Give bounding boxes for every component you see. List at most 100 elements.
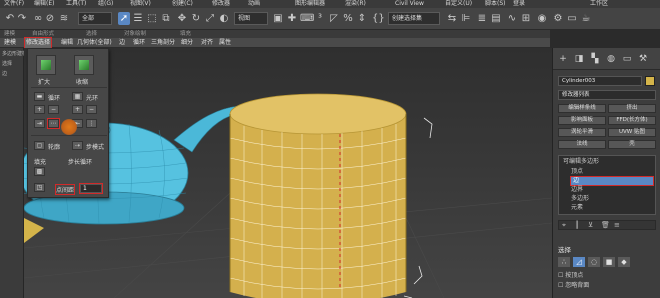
border-mode-icon[interactable]: ◌	[588, 257, 600, 267]
scale-icon[interactable]: ⤢	[204, 12, 216, 25]
modifier-button-extrude[interactable]: 挤出	[608, 104, 656, 113]
step-mode-label[interactable]: 步模式	[86, 142, 104, 151]
curve-editor-icon[interactable]: ∿	[506, 12, 518, 25]
placement-icon[interactable]: ◐	[218, 12, 230, 25]
object-color-swatch[interactable]	[645, 76, 655, 86]
rotate-icon[interactable]: ↻	[190, 12, 202, 25]
edge-mode-icon[interactable]: ◿	[573, 257, 585, 267]
ribbon-tab-modeling[interactable]: 建模	[4, 30, 15, 38]
grow-icon[interactable]	[36, 55, 56, 75]
make-unique-icon[interactable]: ⊻	[588, 221, 593, 229]
menu-graph-editors[interactable]: 图形编辑器	[295, 0, 325, 8]
step-loop-label[interactable]: 步长循环	[68, 157, 92, 166]
option-by-vertex[interactable]: ☐ 按顶点	[558, 270, 656, 279]
step-mode-icon[interactable]: ⇢	[72, 141, 83, 150]
redo-icon[interactable]: ↷	[16, 12, 28, 25]
render-production-icon[interactable]: ☕	[580, 12, 592, 25]
modifier-button-uvw-map[interactable]: UVW 贴图	[608, 128, 656, 137]
ribbon-edit[interactable]: 编辑	[60, 38, 74, 48]
menu-modifiers[interactable]: 修改器	[212, 0, 230, 8]
spinner-snap-icon[interactable]: ⇕	[356, 12, 368, 25]
stack-item-element[interactable]: 元素	[571, 204, 583, 212]
modifier-list-dropdown[interactable]: 修改器列表	[558, 90, 656, 100]
utilities-tab-icon[interactable]: ⚒	[637, 54, 649, 65]
modifier-button-affect-region[interactable]: 影响面板	[558, 116, 606, 125]
menu-create[interactable]: 创建(C)	[172, 0, 193, 8]
cylinder-object[interactable]	[229, 93, 407, 298]
edit-named-selection-icon[interactable]: {}	[372, 12, 385, 25]
ribbon-tab-selection[interactable]: 选择	[86, 30, 97, 38]
select-manipulate-icon[interactable]: ✚	[286, 12, 298, 25]
stack-root-editable-poly[interactable]: 可编辑多边形	[563, 158, 599, 166]
fill-hole-icon[interactable]: ◳	[34, 183, 45, 192]
display-tab-icon[interactable]: ▭	[621, 54, 633, 65]
loop-label[interactable]: 循环	[48, 93, 60, 102]
menu-rendering[interactable]: 渲染(R)	[345, 0, 366, 8]
undo-icon[interactable]: ↶	[4, 12, 16, 25]
ribbon-tab-freeform[interactable]: 自由形式	[32, 30, 54, 38]
align-icon[interactable]: ⊫	[460, 12, 472, 25]
modifier-button-ffd-box[interactable]: FFD(长方体)	[608, 116, 656, 125]
element-mode-icon[interactable]: ◆	[618, 257, 630, 267]
bind-spacewarp-icon[interactable]: ≋	[58, 12, 70, 25]
mirror-icon[interactable]: ⇆	[446, 12, 458, 25]
fill-icon[interactable]: ▩	[34, 167, 45, 176]
menu-views[interactable]: 视图(V)	[130, 0, 151, 8]
plane-object[interactable]	[24, 218, 44, 243]
pivot-icon[interactable]: ▣	[272, 12, 284, 25]
ribbon-tab-object-paint[interactable]: 对象绘制	[124, 30, 146, 38]
option-ignore-backfacing[interactable]: ☐ 忽略背面	[558, 280, 656, 289]
hierarchy-tab-icon[interactable]: ▚	[589, 54, 601, 65]
ring-label[interactable]: 光环	[86, 93, 98, 102]
outline-label[interactable]: 轮廓	[48, 142, 60, 151]
object-name-field[interactable]: Cylinder003	[558, 76, 642, 86]
menu-edit[interactable]: 编辑(E)	[34, 0, 54, 8]
ribbon-polygon-modeling[interactable]: 建模	[3, 38, 17, 48]
stack-item-border[interactable]: 边界	[571, 186, 583, 194]
strip-label-edges[interactable]: 边	[2, 70, 7, 77]
loop-shrink-icon[interactable]: −	[48, 105, 59, 114]
percent-snap-icon[interactable]: %	[342, 12, 354, 25]
named-selection-set-select[interactable]: 创建选择集	[388, 12, 440, 25]
snaps-toggle-icon[interactable]: ³	[314, 12, 326, 25]
stack-item-edge[interactable]: 边	[570, 176, 654, 186]
shrink-icon[interactable]	[74, 55, 94, 75]
create-tab-icon[interactable]: +	[557, 54, 569, 65]
motion-tab-icon[interactable]: ◍	[605, 54, 617, 65]
ribbon-align[interactable]: 对齐	[200, 38, 214, 48]
reference-coordinate-select[interactable]: 视图	[234, 12, 268, 25]
menu-civil-view[interactable]: Civil View	[395, 0, 424, 8]
menu-customize[interactable]: 自定义(U)	[445, 0, 472, 8]
strip-label-selection[interactable]: 选择	[2, 60, 12, 67]
loop-icon[interactable]: ▬	[34, 92, 45, 101]
menu-animation[interactable]: 动画	[248, 0, 260, 8]
unlink-icon[interactable]: ⊘	[44, 12, 56, 25]
scene-explorer-icon[interactable]: ▤	[490, 12, 502, 25]
rendered-frame-icon[interactable]: ▭	[566, 12, 578, 25]
show-end-result-icon[interactable]: ┃	[575, 221, 579, 229]
dot-ring-icon[interactable]: ⋮	[86, 119, 97, 128]
move-icon[interactable]: ✥	[176, 12, 188, 25]
configure-sets-icon[interactable]: ≡	[614, 221, 620, 229]
ring-shrink-icon[interactable]: −	[86, 105, 97, 114]
workspace-label[interactable]: 工作区	[590, 0, 608, 8]
modifier-button-shell[interactable]: 壳	[608, 140, 656, 149]
ribbon-subdivision[interactable]: 细分	[180, 38, 194, 48]
angle-snap-icon[interactable]: ◸	[328, 12, 340, 25]
link-icon[interactable]: ∞	[32, 12, 44, 25]
menu-tools[interactable]: 工具(T)	[66, 0, 86, 8]
remove-modifier-icon[interactable]: 🗑	[601, 221, 610, 229]
vertex-mode-icon[interactable]: ∴	[558, 257, 570, 267]
ribbon-properties[interactable]: 属性	[218, 38, 232, 48]
ribbon-tris[interactable]: 三角剖分	[150, 38, 176, 48]
login-button[interactable]: 登录	[513, 0, 525, 8]
material-editor-icon[interactable]: ◉	[536, 12, 548, 25]
loop-grow-icon[interactable]: +	[34, 105, 45, 114]
select-by-name-icon[interactable]: ☰	[132, 12, 144, 25]
schematic-view-icon[interactable]: ⊞	[520, 12, 532, 25]
modify-tab-icon[interactable]: ◨	[573, 54, 585, 65]
outline-icon[interactable]: ▢	[34, 141, 45, 150]
ribbon-geometry-all[interactable]: 几何体(全部)	[76, 38, 113, 48]
selection-rollout-title[interactable]: 选择	[558, 246, 571, 254]
select-object-icon[interactable]: ➚	[118, 12, 130, 25]
